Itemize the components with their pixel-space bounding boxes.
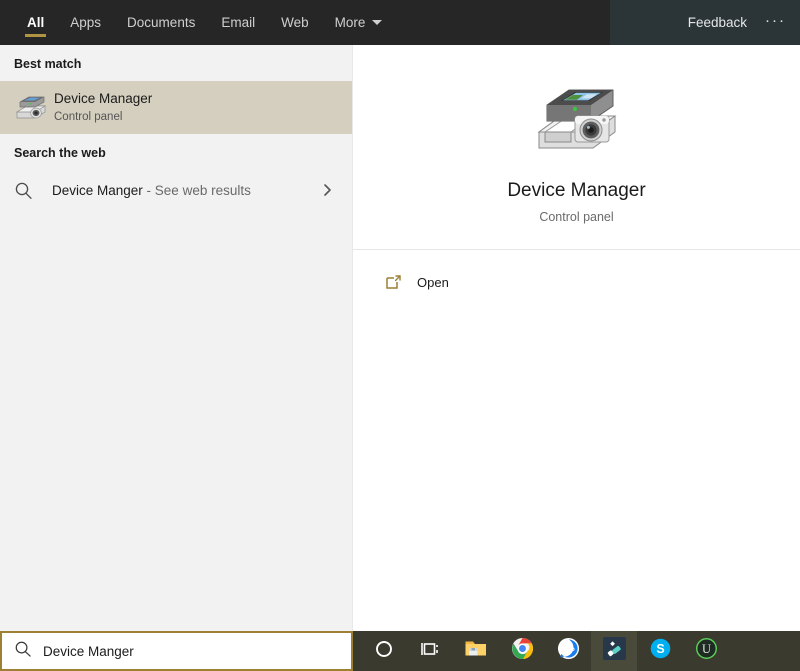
feedback-button[interactable]: Feedback <box>688 15 747 30</box>
chevron-down-icon <box>372 20 383 25</box>
web-result-label: Device Manger - See web results <box>52 183 318 198</box>
result-item-text: Device Manager Control panel <box>54 90 340 124</box>
search-the-web-header: Search the web <box>14 146 106 160</box>
search-filter-bar: All Apps Documents Email Web More Feedba… <box>0 0 800 45</box>
search-icon <box>14 181 52 200</box>
search-icon <box>14 640 32 663</box>
search-input-value: Device Manger <box>43 643 134 659</box>
zalo-icon: Zalo <box>557 637 580 665</box>
task-view-icon <box>419 639 441 664</box>
preview-actions: Open <box>353 250 800 300</box>
tab-more[interactable]: More <box>322 0 396 45</box>
open-action-label: Open <box>417 274 449 290</box>
topbar-right-group: Feedback ··· <box>610 0 800 45</box>
taskbar-u-app-button[interactable]: U <box>683 631 729 671</box>
preview-title: Device Manager <box>507 180 646 201</box>
cortana-icon <box>374 639 394 664</box>
taskbar-task-view-button[interactable] <box>407 631 453 671</box>
open-external-icon <box>385 274 417 291</box>
preview-subtitle: Control panel <box>539 210 614 224</box>
result-item-subtitle: Control panel <box>54 110 123 123</box>
file-explorer-icon <box>464 638 488 664</box>
tab-all[interactable]: All <box>14 0 57 45</box>
taskbar-zalo-button[interactable]: Zalo <box>545 631 591 671</box>
svg-text:Zalo: Zalo <box>562 646 575 653</box>
web-result-suffix: - See web results <box>142 182 251 198</box>
tab-web[interactable]: Web <box>268 0 322 45</box>
tab-email[interactable]: Email <box>208 0 268 45</box>
preview-pane: Device Manager Control panel Open <box>353 45 800 631</box>
web-result-item[interactable]: Device Manger - See web results <box>0 170 352 210</box>
taskbar: Device Manger Zalo S U <box>0 631 800 671</box>
u-app-icon: U <box>695 637 718 665</box>
tab-web-label: Web <box>281 14 309 30</box>
best-match-header: Best match <box>14 57 82 71</box>
tab-documents-label: Documents <box>127 14 196 30</box>
tab-documents[interactable]: Documents <box>114 0 208 45</box>
svg-text:U: U <box>702 642 711 656</box>
taskbar-chrome-button[interactable] <box>499 631 545 671</box>
taskbar-buttons: Zalo S U <box>353 631 800 671</box>
tab-apps-label: Apps <box>70 14 102 30</box>
device-manager-icon <box>14 93 54 123</box>
more-options-icon[interactable]: ··· <box>765 12 786 33</box>
result-item-title: Device Manager <box>54 91 153 107</box>
web-result-query: Device Manger <box>52 182 143 198</box>
tab-more-label: More <box>334 14 366 30</box>
search-results-panel: Best match Device Manager Control panel … <box>0 45 800 631</box>
tab-all-label: All <box>27 14 45 30</box>
result-item-device-manager[interactable]: Device Manager Control panel <box>0 81 352 134</box>
chevron-right-icon[interactable] <box>318 182 338 198</box>
tab-apps[interactable]: Apps <box>57 0 114 45</box>
results-list: Best match Device Manager Control panel … <box>0 45 353 631</box>
preview-content: Device Manager Control panel Open <box>353 45 800 300</box>
taskbar-skype-button[interactable]: S <box>637 631 683 671</box>
cleaner-tool-icon <box>602 637 626 665</box>
skype-icon: S <box>649 637 672 665</box>
search-input[interactable]: Device Manger <box>0 631 353 671</box>
google-chrome-icon <box>511 637 534 665</box>
device-manager-icon <box>529 80 625 160</box>
open-action-button[interactable]: Open <box>353 264 800 300</box>
taskbar-file-explorer-button[interactable] <box>453 631 499 671</box>
tab-email-label: Email <box>221 14 256 30</box>
taskbar-cortana-button[interactable] <box>361 631 407 671</box>
svg-text:S: S <box>656 642 664 656</box>
taskbar-cleaner-button[interactable] <box>591 631 637 671</box>
